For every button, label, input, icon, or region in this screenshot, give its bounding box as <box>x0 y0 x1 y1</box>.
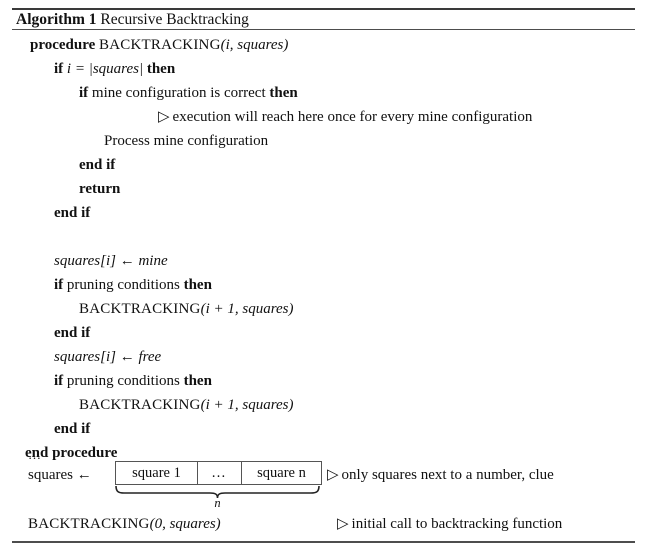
line-comment-execution: ▷ execution will reach here once for ever… <box>158 108 532 126</box>
line-end-if-pruning-mine: end if <box>54 324 90 342</box>
line-end-if-outer: end if <box>54 204 90 222</box>
algorithm-caption: Algorithm 1 Recursive Backtracking <box>16 10 249 29</box>
comment-execution-text: execution will reach here once for every… <box>172 109 533 125</box>
procedure-args: (0, squares) <box>149 516 221 532</box>
assignment-squares-free: squares[i] ← free <box>54 349 162 365</box>
line-if-pruning-free: if pruning conditions then <box>54 372 212 390</box>
algorithm-title: Recursive Backtracking <box>100 11 249 28</box>
line-if-i-equals-length: if i = |squares| then <box>54 60 175 78</box>
comment-only-squares-text: only squares next to a number, clue <box>341 467 554 483</box>
condition-pruning: pruning conditions <box>66 373 180 389</box>
ellipsis-text: … <box>28 447 43 462</box>
array-cell-last: square n <box>241 462 321 484</box>
line-if-pruning-mine: if pruning conditions then <box>54 276 212 294</box>
keyword-then: then <box>146 61 176 77</box>
line-assign-mine: squares[i] ← mine <box>54 252 168 270</box>
comment-triangle-icon: ▷ <box>158 109 170 125</box>
line-return: return <box>79 180 120 198</box>
keyword-then: then <box>183 277 212 293</box>
keyword-if: if <box>54 373 64 389</box>
algorithm-number: Algorithm 1 <box>16 11 97 28</box>
condition-mine-correct: mine configuration is correct <box>91 85 266 101</box>
squares-array-box: square 1 … square n <box>115 461 322 485</box>
procedure-args: (i + 1, squares) <box>200 301 294 317</box>
line-initial-call: BACKTRACKING(0, squares) <box>28 515 221 533</box>
rule-under-caption <box>12 29 635 30</box>
procedure-name: BACKTRACKING <box>79 301 201 317</box>
keyword-end-if: end if <box>54 325 91 341</box>
keyword-return: return <box>79 181 121 197</box>
keyword-procedure: procedure <box>30 37 96 53</box>
keyword-end-if: end if <box>54 205 91 221</box>
comment-triangle-icon: ▷ <box>337 516 349 532</box>
line-recursive-call-free: BACKTRACKING(i + 1, squares) <box>79 396 293 414</box>
line-procedure-head: procedure BACKTRACKING(i, squares) <box>30 36 288 54</box>
keyword-then: then <box>269 85 298 101</box>
procedure-name: BACKTRACKING <box>28 516 150 532</box>
keyword-then: then <box>183 373 212 389</box>
condition-pruning: pruning conditions <box>66 277 180 293</box>
keyword-if: if <box>79 85 89 101</box>
underbrace-label: n <box>214 496 221 510</box>
line-ellipsis: … <box>28 446 43 464</box>
line-recursive-call-mine: BACKTRACKING(i + 1, squares) <box>79 300 293 318</box>
procedure-args: (i, squares) <box>220 37 289 53</box>
statement-process-mine: Process mine configuration <box>104 133 269 149</box>
keyword-end-if: end if <box>54 421 91 437</box>
line-process-mine-configuration: Process mine configuration <box>104 132 268 150</box>
line-end-if-inner: end if <box>79 156 115 174</box>
condition-i-equals-length: i = |squares| <box>66 61 144 77</box>
keyword-if: if <box>54 61 64 77</box>
squares-assign-label: squares ← <box>28 467 92 483</box>
procedure-name: BACKTRACKING <box>99 37 221 53</box>
line-assign-free: squares[i] ← free <box>54 348 161 366</box>
procedure-name: BACKTRACKING <box>79 397 201 413</box>
keyword-end-if: end if <box>79 157 116 173</box>
array-cell-first: square 1 <box>132 464 181 481</box>
line-if-mine-correct: if mine configuration is correct then <box>79 84 298 102</box>
keyword-if: if <box>54 277 64 293</box>
procedure-args: (i + 1, squares) <box>200 397 294 413</box>
comment-triangle-icon: ▷ <box>327 467 339 483</box>
comment-initial-call-text: initial call to backtracking function <box>351 516 563 532</box>
rule-bottom <box>12 541 635 543</box>
line-squares-assignment: squares ← <box>28 466 92 484</box>
line-comment-initial-call: ▷ initial call to backtracking function <box>337 515 562 533</box>
array-cell-ellipsis: … <box>197 462 241 484</box>
algorithm-block: Algorithm 1 Recursive Backtracking proce… <box>0 0 647 555</box>
line-end-if-pruning-free: end if <box>54 420 90 438</box>
line-comment-only-squares: ▷ only squares next to a number, clue <box>327 466 554 484</box>
assignment-squares-mine: squares[i] ← mine <box>54 253 168 269</box>
